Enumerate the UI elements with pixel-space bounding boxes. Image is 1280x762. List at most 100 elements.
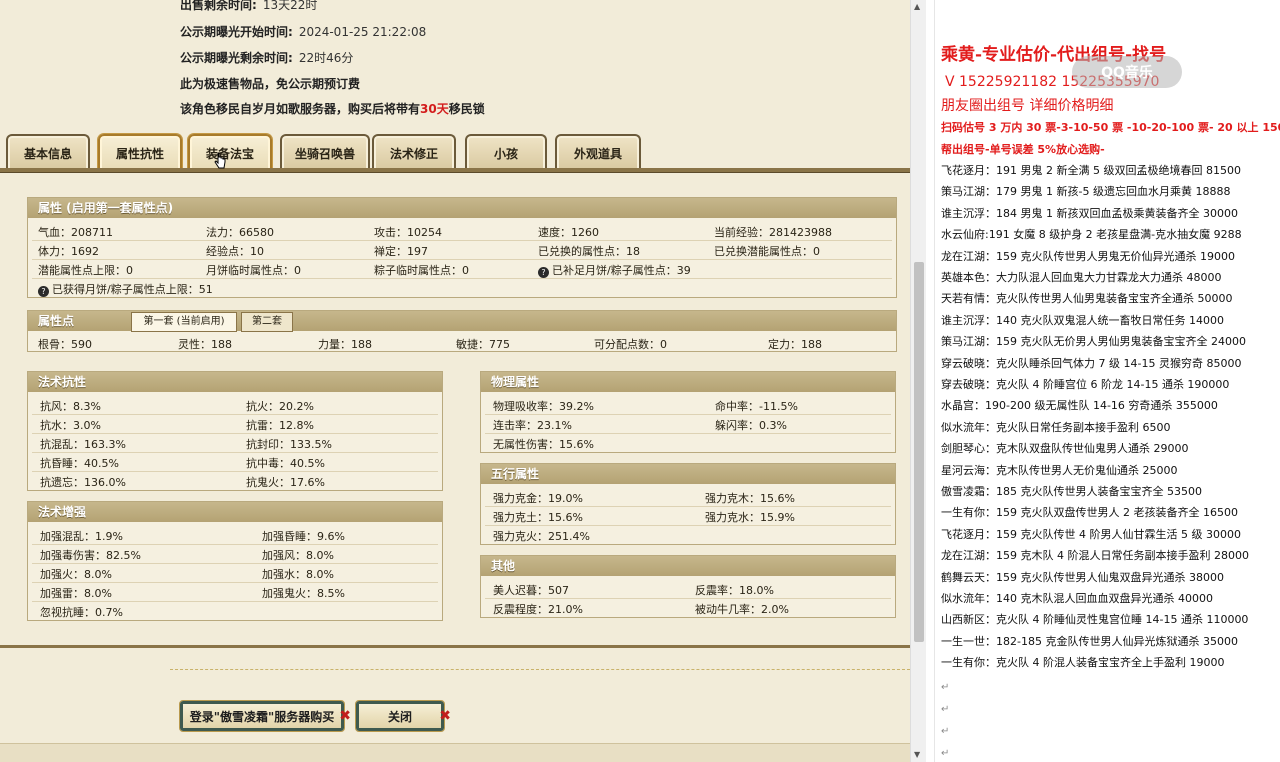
other-item: 反震率：18.0% [695, 584, 774, 597]
listing-line: 谁主沉浮：140 克火队双鬼混人统一畜牧日常任务 14000 [941, 313, 1224, 327]
listing-line: 飞花逐月：159 克火队传世 4 阶男人仙甘霖生活 5 级 30000 [941, 527, 1241, 541]
tab-attributes[interactable]: 属性抗性 [98, 134, 182, 170]
tab-bar: 基本信息 属性抗性 装备法宝 坐骑召唤兽 法术修正 小孩 外观道具 [6, 134, 910, 170]
resist-item: 抗中毒：40.5% [246, 457, 325, 470]
help-icon[interactable]: ? [38, 286, 49, 297]
attr-mp: 法力：66580 [206, 226, 274, 239]
enhance-item: 加强混乱：1.9% [40, 530, 123, 543]
listing-line: 策马江湖：159 克火队无价男人男仙男鬼装备宝宝齐全 24000 [941, 335, 1246, 349]
attr-exp-points: 经验点：10 [206, 245, 264, 258]
listing-line: 似水流年：140 克木队混人回血血双盘异光通杀 40000 [941, 592, 1213, 605]
point-unallocated: 可分配点数：0 [594, 338, 667, 351]
listing-line: 一生有你：159 克火队双盘传世男人 2 老孩装备齐全 16500 [941, 506, 1238, 520]
attr-mooncake-temp: 月饼临时属性点：0 [206, 264, 301, 277]
close-button[interactable]: 关闭 ✖ [355, 700, 451, 732]
resist-item: 抗封印：133.5% [246, 438, 332, 451]
close-x-icon: ✖ [439, 708, 451, 724]
listing-line: 水晶宫：190-200 级无属性队 14-16 穷奇通杀 355000 [941, 399, 1218, 413]
elements-title: 五行属性 [481, 464, 895, 484]
listing-line: 一生一世：182-185 克金队传世男人仙异光炼狱通杀 35000 [941, 634, 1238, 648]
enhance-panel: 法术增强 加强混乱：1.9% 加强昏睡：9.6% 加强毒伤害：82.5% 加强风… [27, 501, 443, 621]
physical-item: 物理吸收率：39.2% [493, 400, 594, 413]
listing-line: 鹤舞云天：159 克火队传世男人仙鬼双盘异光通杀 38000 [941, 570, 1224, 584]
listing-line: 英雄本色：大力队混人回血鬼大力甘霖龙大力通杀 48000 [941, 271, 1222, 284]
help-icon[interactable]: ? [538, 267, 549, 278]
music-watermark: QQ音乐 [1072, 56, 1182, 88]
scroll-up-icon[interactable]: ▲ [914, 2, 920, 11]
game-panel: 出售剩余时间: 13天22时 公示期曝光开始时间: 2024-01-25 21:22… [0, 0, 910, 762]
resist-item: 抗雷：12.8% [246, 419, 314, 432]
listing-line: 龙在江湖：159 克火队传世男人男鬼无价仙异光通杀 19000 [941, 249, 1235, 263]
scroll-thumb[interactable] [914, 262, 924, 642]
physical-item: 命中率：-11.5% [715, 400, 798, 413]
others-title: 其他 [481, 556, 895, 576]
attr-meditation: 禅定：197 [374, 245, 428, 258]
point-spirit: 灵性：188 [178, 338, 232, 351]
close-x-icon: ✖ [339, 708, 351, 724]
listing-line: 星河云海：克木队传世男人无价鬼仙通杀 25000 [941, 463, 1178, 477]
attr-hp: 气血：208711 [38, 226, 113, 239]
point-agility: 敏捷：775 [456, 338, 510, 351]
tab-equipment[interactable]: 装备法宝 [188, 134, 272, 170]
others-panel: 其他 美人迟暮：507 反震率：18.0% 反震程度：21.0% 被动牛几率：2… [480, 555, 896, 618]
tab-mounts-pets[interactable]: 坐骑召唤兽 [280, 134, 370, 170]
attr-exchanged-potential: 已兑换潜能属性点：0 [714, 245, 820, 258]
physical-item: 连击率：23.1% [493, 419, 572, 432]
element-item: 强力克土：15.6% [493, 511, 583, 524]
listing-line: 似水流年：克火队日常任务副本接手盈利 6500 [941, 420, 1171, 434]
attributes-panel: 属性 (启用第一套属性点) 气血：208711 法力：66580 攻击：1025… [27, 197, 897, 298]
tab-spell-correction[interactable]: 法术修正 [372, 134, 456, 170]
enhance-item: 加强风：8.0% [262, 549, 334, 562]
point-willpower: 定力：188 [768, 338, 822, 351]
enhance-item: 加强雷：8.0% [40, 587, 112, 600]
element-item: 强力克金：19.0% [493, 492, 583, 505]
element-item: 强力克木：15.6% [705, 492, 795, 505]
sale-remaining: 出售剩余时间: 13天22时 [180, 0, 318, 12]
buy-button[interactable]: 登录"傲雪凌霜"服务器购买 ✖ [179, 700, 351, 732]
enhance-item: 加强鬼火：8.5% [262, 587, 345, 600]
physical-title: 物理属性 [481, 372, 895, 392]
resist-item: 抗混乱：163.3% [40, 438, 126, 451]
tab-children[interactable]: 小孩 [465, 134, 547, 170]
elements-panel: 五行属性 强力克金：19.0% 强力克木：15.6% 强力克土：15.6% 强力… [480, 463, 896, 545]
other-item: 反震程度：21.0% [493, 603, 583, 616]
tab-appearance[interactable]: 外观道具 [555, 134, 641, 170]
scrollbar[interactable]: ▲ ▼ [910, 0, 926, 762]
tab-basic-info[interactable]: 基本信息 [6, 134, 90, 170]
enhance-title: 法术增强 [28, 502, 442, 522]
listing-line: 剑胆琴心：克木队双盘队传世仙鬼男人通杀 29000 [941, 442, 1189, 456]
bottom-bar [0, 743, 910, 762]
listing-line: 水云仙府:191 女魔 8 级护身 2 老孩星盘满-克水抽女魔 9288 [941, 228, 1242, 242]
resist-item: 抗遗忘：136.0% [40, 476, 126, 489]
points-panel: 属性点 第一套 (当前启用) 第二套 根骨：590 灵性：188 力量：188 … [27, 310, 897, 352]
resist-item: 抗水：3.0% [40, 419, 101, 432]
attr-speed: 速度：1260 [538, 226, 599, 239]
listing-line: 穿去破晓：克火队 4 阶睡宫位 6 阶龙 14-15 通杀 190000 [941, 378, 1230, 391]
resist-item: 抗火：20.2% [246, 400, 314, 413]
doc-moments: 朋友圈出组号 详细价格明细 [941, 98, 1114, 114]
publicity-start: 公示期曝光开始时间: 2024-01-25 21:22:08 [180, 25, 427, 39]
listing-line: 策马江湖：179 男鬼 1 新孩-5 级遗忘回血水月乘黄 18888 [941, 185, 1231, 199]
resist-item: 抗风：8.3% [40, 400, 101, 413]
points-tab-second[interactable]: 第二套 [241, 312, 293, 332]
physical-panel: 物理属性 物理吸收率：39.2% 命中率：-11.5% 连击率：23.1% 躲闪… [480, 371, 896, 453]
point-strength: 力量：188 [318, 338, 372, 351]
migration-notice: 该角色移民自岁月如歌服务器，购买后将带有30天移民锁 [180, 102, 485, 116]
attr-stamina: 体力：1692 [38, 245, 99, 258]
enhance-item: 加强水：8.0% [262, 568, 334, 581]
points-tab-first[interactable]: 第一套 (当前启用) [131, 312, 237, 332]
listing-line: 穿云破晓：克火队睡杀回气体力 7 级 14-15 灵猴穷奇 85000 [941, 356, 1242, 370]
other-item: 被动牛几率：2.0% [695, 603, 789, 616]
enhance-item: 加强昏睡：9.6% [262, 530, 345, 543]
document-panel: 乘黄-专业估价-代出组号-找号 V 15225921182 1522535597… [926, 0, 1280, 762]
enhance-item: 加强毒伤害：82.5% [40, 549, 141, 562]
attributes-title: 属性 (启用第一套属性点) [28, 198, 896, 218]
doc-price-rule: 扫码估号 3 万内 30 票-3-10-50 票 -10-20-100 票- 2… [941, 121, 1280, 134]
listing-line: 谁主沉浮：184 男鬼 1 新孩双回血孟极乘黄装备齐全 30000 [941, 206, 1238, 220]
listing-line: 天若有情：克火队传世男人仙男鬼装备宝宝齐全通杀 50000 [941, 292, 1233, 306]
physical-item: 躲闪率：0.3% [715, 419, 787, 432]
attr-exchanged-points: 已兑换的属性点：18 [538, 245, 640, 258]
scroll-down-icon[interactable]: ▼ [914, 750, 920, 759]
resist-title: 法术抗性 [28, 372, 442, 392]
attr-zongzi-temp: 粽子临时属性点：0 [374, 264, 469, 277]
